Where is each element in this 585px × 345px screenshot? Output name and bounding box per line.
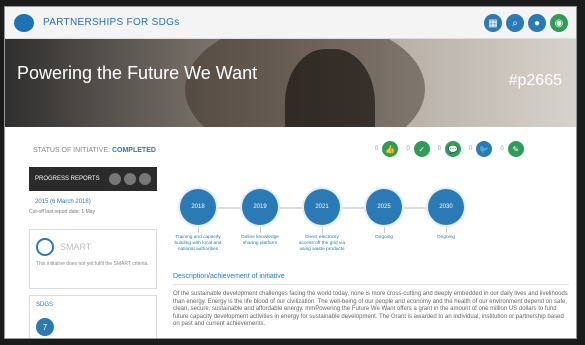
profile-icon[interactable]: ◉ (550, 14, 568, 32)
timeline-year: 2019 (242, 189, 278, 225)
summary-count: 0 (469, 146, 473, 152)
progress-dot (109, 173, 121, 185)
summary-edit[interactable]: 0 ✎ (500, 141, 524, 157)
timeline-stem (321, 227, 323, 233)
like-icon: 👍 (382, 141, 399, 157)
smart-label: SMART (60, 242, 92, 252)
sdgs-title: SDGS (36, 302, 54, 308)
summary-count: 0 (406, 146, 410, 152)
timeline: 2018 Training and capacity building with… (173, 189, 473, 261)
timeline-stem (259, 227, 261, 233)
smart-box: SMART This initiative does not yet fulfi… (29, 229, 157, 289)
twitter-icon: 🐦 (476, 141, 493, 157)
drop-icon[interactable]: ● (528, 14, 546, 32)
timeline-year: 2018 (180, 189, 216, 225)
hero-banner: Powering the Future We Want #p2665 (5, 39, 576, 127)
timeline-item: 2019 Online knowledge sharing platform (235, 189, 285, 247)
grid-icon[interactable]: ▦ (484, 14, 502, 32)
search-icon[interactable]: ⌕ (506, 14, 524, 32)
summary-count: 0 (500, 146, 504, 152)
comment-icon: 💬 (445, 141, 462, 157)
site-title[interactable]: PARTNERSHIPS FOR SDGs (43, 17, 180, 28)
timeline-item: 2025 Ongoing (359, 189, 409, 241)
summary-check[interactable]: 0 ✓ (406, 141, 430, 157)
summary-count: 0 (375, 146, 379, 152)
report-link[interactable]: 2015 (6 March 2018) (29, 199, 157, 205)
progress-reports-header[interactable]: PROGRESS REPORTS (29, 167, 157, 191)
sdgs-box: SDGS 7 (29, 295, 157, 338)
progress-dot (124, 173, 136, 185)
browser-frame: PARTNERSHIPS FOR SDGs ▦ ⌕ ● ◉ Powering t… (4, 6, 577, 339)
top-icons: ▦ ⌕ ● ◉ (484, 14, 568, 32)
hero-title: Powering the Future We Want (17, 63, 258, 83)
timeline-stem (383, 227, 385, 233)
report-note: Cut-off last report date: 1 May (29, 209, 96, 215)
summary-count: 0 (437, 146, 442, 152)
summary-comment[interactable]: 0 💬 (437, 141, 462, 157)
check-icon: ✓ (413, 141, 430, 157)
timeline-year: 2025 (366, 189, 402, 225)
smart-note: This initiative does not yet fulfil the … (36, 261, 149, 267)
progress-dots (109, 173, 151, 185)
smart-icon (36, 238, 54, 256)
timeline-item: 2018 Training and capacity building with… (173, 189, 223, 253)
progress-reports-title: PROGRESS REPORTS (35, 176, 100, 182)
progress-dot (139, 173, 151, 185)
engagement-summary: 0 👍 0 ✓ 0 💬 0 🐦 0 ✎ (375, 141, 524, 157)
summary-like[interactable]: 0 👍 (375, 141, 399, 157)
status-value: COMPLETED (111, 147, 156, 154)
initiative-id: #p2665 (508, 72, 562, 89)
timeline-item: 2021 Direct electricity access off the g… (297, 189, 347, 253)
sidebar: PROGRESS REPORTS 2015 (6 March 2018) Cut… (29, 167, 157, 338)
summary-twitter[interactable]: 0 🐦 (469, 141, 493, 157)
timeline-stem (197, 227, 199, 233)
edit-icon: ✎ (507, 141, 524, 157)
timeline-label: Ongoing (436, 235, 456, 240)
header-bar: PARTNERSHIPS FOR SDGs ▦ ⌕ ● ◉ (5, 7, 576, 39)
status-row: STATUS OF INITIATIVE: COMPLETED (33, 147, 156, 154)
timeline-label: Training and capacity building with loca… (174, 235, 222, 252)
sdg-badge-icon[interactable]: 7 (36, 318, 54, 336)
description-title: Description/achievement of initiative (173, 273, 569, 285)
timeline-label: Direct electricity access off the grid v… (298, 235, 346, 252)
smart-row: SMART (36, 238, 150, 256)
timeline-label: Online knowledge sharing platform (240, 235, 280, 246)
timeline-year: 2030 (428, 189, 464, 225)
timeline-stem (445, 227, 447, 233)
timeline-label: Ongoing (374, 235, 394, 240)
description-text: Of the sustainable development challenge… (173, 291, 568, 327)
timeline-year: 2021 (304, 189, 340, 225)
un-logo-icon[interactable] (14, 14, 34, 32)
status-label: STATUS OF INITIATIVE: (33, 147, 111, 154)
timeline-item: 2030 Ongoing (421, 189, 471, 241)
description-section: Description/achievement of initiative Of… (173, 273, 569, 329)
